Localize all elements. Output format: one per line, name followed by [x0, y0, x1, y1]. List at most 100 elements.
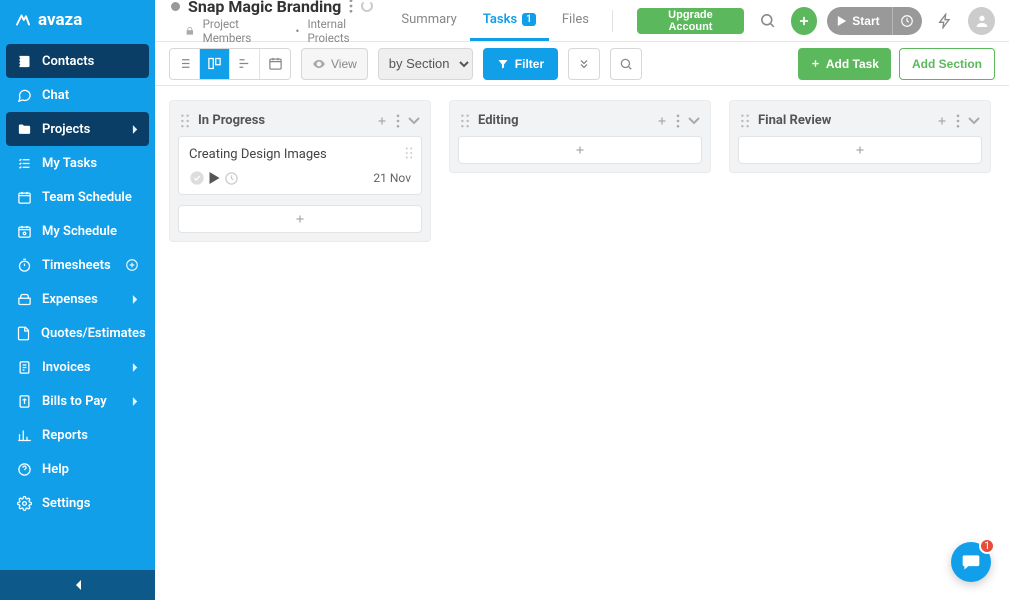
chevrons-down-icon	[578, 58, 590, 70]
sidebar-item-bills[interactable]: Bills to Pay	[6, 384, 149, 418]
complete-toggle[interactable]	[189, 170, 205, 186]
chevron-down-icon	[688, 117, 700, 125]
project-category-link[interactable]: Internal Projects	[307, 17, 388, 45]
topbar: Snap Magic Branding Project Members • In…	[155, 0, 1009, 42]
sidebar-item-my-tasks[interactable]: My Tasks	[6, 146, 149, 180]
add-task-placeholder[interactable]	[458, 136, 702, 164]
support-chat-button[interactable]: 1	[951, 542, 991, 582]
drag-handle-icon[interactable]	[180, 114, 190, 128]
sidebar-item-label: Quotes/Estimates	[41, 326, 146, 341]
tasks-count-badge: 1	[522, 13, 536, 26]
calendar-view-button[interactable]	[260, 49, 290, 79]
board-column: Final Review	[729, 100, 991, 173]
task-card[interactable]: Creating Design Images 21 Nov	[178, 136, 422, 195]
sidebar-item-contacts[interactable]: Contacts	[6, 44, 149, 78]
sidebar-item-my-schedule[interactable]: My Schedule	[6, 214, 149, 248]
plus-circle-icon[interactable]	[125, 258, 139, 272]
plus-icon	[810, 58, 821, 69]
plus-icon	[574, 144, 586, 156]
sidebar-item-label: My Schedule	[42, 224, 117, 239]
dots-vertical-icon	[956, 114, 960, 128]
drag-handle-icon[interactable]	[405, 147, 413, 159]
add-section-button[interactable]: Add Section	[899, 48, 995, 80]
column-collapse-button[interactable]	[688, 117, 700, 125]
sidebar-item-settings[interactable]: Settings	[6, 486, 149, 520]
sidebar-item-projects[interactable]: Projects	[6, 112, 149, 146]
column-add-button[interactable]	[936, 115, 948, 127]
column-menu-button[interactable]	[676, 114, 680, 128]
column-collapse-button[interactable]	[968, 117, 980, 125]
add-task-button[interactable]: Add Task	[798, 48, 891, 80]
timer-group: Start	[827, 7, 921, 35]
board-column: In Progress Creating Design Images 21	[169, 100, 431, 242]
view-toolbar: View by Section Filter Add Task Add Sect…	[155, 42, 1009, 86]
start-task-button[interactable]	[209, 172, 220, 184]
search-tasks-button[interactable]	[610, 48, 642, 80]
timer-history-button[interactable]	[892, 7, 922, 35]
sidebar-item-invoices[interactable]: Invoices	[6, 350, 149, 384]
activity-button[interactable]	[932, 7, 959, 35]
project-menu-button[interactable]	[349, 0, 353, 13]
quick-add-button[interactable]	[791, 7, 818, 35]
sidebar-item-expenses[interactable]: Expenses	[6, 282, 149, 316]
drag-handle-icon[interactable]	[460, 114, 470, 128]
column-add-button[interactable]	[656, 115, 668, 127]
brand-text: avaza	[38, 10, 82, 30]
sidebar-collapse-button[interactable]	[0, 570, 155, 600]
task-time-icon[interactable]	[224, 171, 239, 186]
dots-vertical-icon	[676, 114, 680, 128]
search-button[interactable]	[754, 7, 781, 35]
column-add-button[interactable]	[376, 115, 388, 127]
board-view-button[interactable]	[200, 49, 230, 79]
chevron-right-icon	[132, 124, 139, 135]
gantt-view-button[interactable]	[230, 49, 260, 79]
column-menu-button[interactable]	[956, 114, 960, 128]
column-title: In Progress	[198, 113, 265, 128]
play-icon	[837, 16, 847, 26]
play-icon	[209, 172, 220, 184]
lock-icon	[185, 26, 195, 36]
sidebar-item-label: Expenses	[42, 292, 98, 307]
user-icon	[974, 13, 990, 29]
add-task-placeholder[interactable]	[738, 136, 982, 164]
sidebar-item-label: Contacts	[42, 54, 94, 69]
plus-icon	[376, 115, 388, 127]
tab-summary[interactable]: Summary	[388, 0, 469, 41]
expand-collapse-button[interactable]	[568, 48, 600, 80]
tab-tasks[interactable]: Tasks 1	[470, 0, 549, 41]
filter-button[interactable]: Filter	[483, 48, 558, 80]
view-settings-button[interactable]: View	[301, 48, 368, 80]
brand-logo[interactable]: avaza	[0, 0, 155, 40]
sidebar-item-chat[interactable]: Chat	[6, 78, 149, 112]
sidebar-item-label: Settings	[42, 496, 90, 511]
sidebar-item-quotes[interactable]: Quotes/Estimates	[6, 316, 149, 350]
sidebar-item-help[interactable]: Help	[6, 452, 149, 486]
clock-icon	[900, 14, 914, 28]
column-menu-button[interactable]	[396, 114, 400, 128]
sidebar-item-reports[interactable]: Reports	[6, 418, 149, 452]
plus-icon	[294, 213, 306, 225]
calendar-user-icon	[16, 223, 32, 239]
upgrade-account-button[interactable]: Upgrade Account	[637, 8, 744, 34]
sidebar: avaza Contacts Chat Projects My Tasks	[0, 0, 155, 600]
invoice-icon	[16, 359, 32, 375]
start-timer-button[interactable]: Start	[827, 7, 891, 35]
project-breadcrumb: Project Members • Internal Projects	[171, 17, 388, 45]
project-members-link[interactable]: Project Members	[203, 17, 288, 45]
group-by-select[interactable]: by Section	[378, 48, 473, 80]
chat-notification-badge: 1	[979, 538, 995, 554]
drag-handle-icon[interactable]	[740, 114, 750, 128]
help-icon	[16, 461, 32, 477]
sidebar-item-team-schedule[interactable]: Team Schedule	[6, 180, 149, 214]
board-icon	[207, 56, 222, 71]
sidebar-item-label: Invoices	[42, 360, 91, 375]
chat-icon	[16, 87, 32, 103]
tab-files[interactable]: Files	[549, 0, 602, 41]
add-task-placeholder[interactable]	[178, 205, 422, 233]
column-collapse-button[interactable]	[408, 117, 420, 125]
user-avatar[interactable]	[968, 7, 995, 35]
project-block: Snap Magic Branding Project Members • In…	[171, 0, 388, 45]
gear-icon	[16, 495, 32, 511]
list-view-button[interactable]	[170, 49, 200, 79]
sidebar-item-timesheets[interactable]: Timesheets	[6, 248, 149, 282]
